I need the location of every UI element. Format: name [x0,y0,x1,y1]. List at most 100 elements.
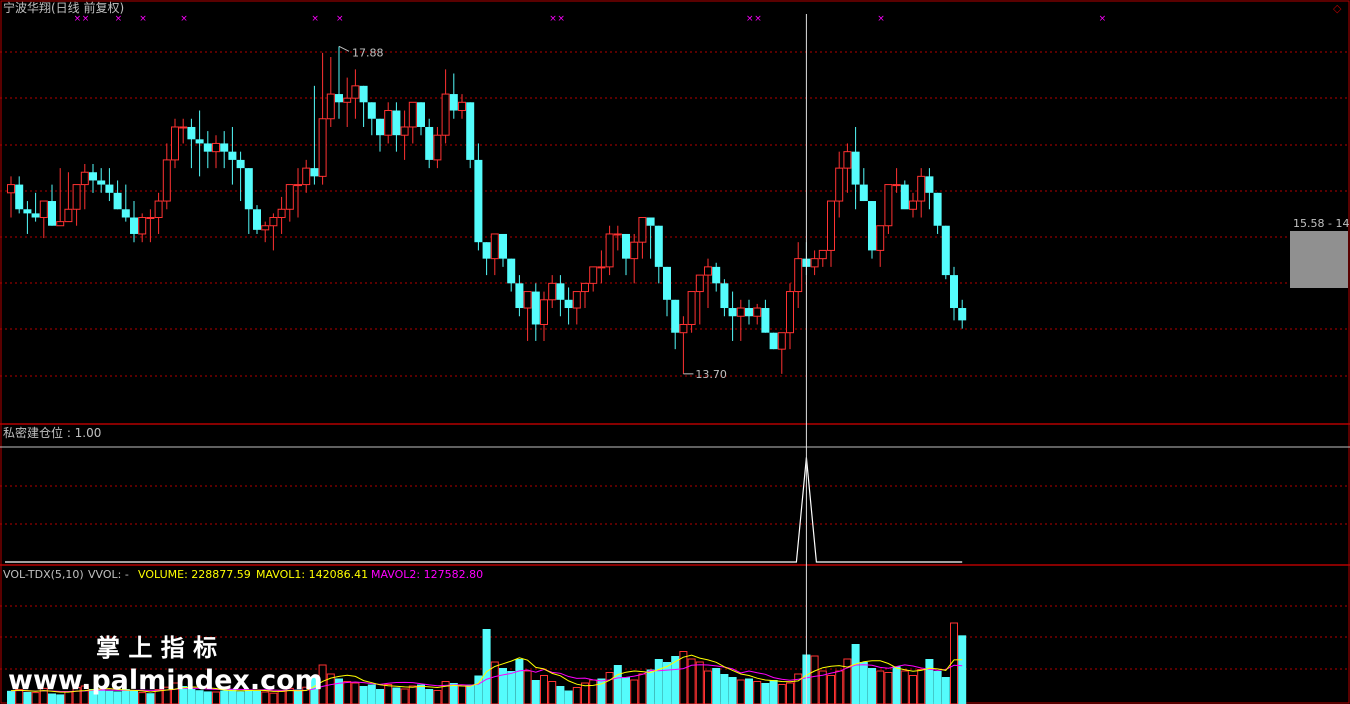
volume-bar-up [704,670,712,704]
low-label: 13.70 [695,368,727,381]
signal-markers: × × × × × × × × × × × × × [74,14,1107,24]
volume-bar-up [408,685,417,704]
candle-down [958,308,967,321]
volume-bar-down [515,659,524,704]
candle-down [376,118,384,136]
signal-panel-label: 私密建仓位 : 1.00 [3,425,101,440]
candle-down [253,209,261,230]
signal-marker: × [336,14,344,24]
candle-up [458,101,466,112]
signal-marker: × [1099,14,1107,24]
volume-bar-up [753,681,762,704]
candle-up [786,291,794,334]
candle-down [417,102,425,127]
volume-bar-down [868,668,876,704]
candle-down [474,159,483,243]
candle-down [925,176,934,193]
signal-marker: × [139,14,147,24]
candle-down [745,308,753,317]
candle-up [638,217,647,243]
candle-down [105,184,114,193]
volume-bar-up [909,675,917,704]
volume-bar-up [638,673,647,704]
candle-down [564,299,573,309]
settings-icon[interactable]: ◇ [1333,2,1342,15]
candle-down [769,332,778,350]
volume-bar-up [835,670,844,704]
candle-up [843,151,852,169]
volume-bar-down [425,689,434,704]
candle-up [605,233,614,268]
candle-up [146,217,155,219]
candle-up [884,184,893,227]
candle-up [261,225,270,231]
volume-bar-down [556,686,565,704]
volume-bar-up [900,670,909,704]
candle-up [892,184,901,187]
signal-marker: × [74,14,82,24]
candle-down [868,201,876,251]
volume-bar-down [941,677,950,704]
volume-bar-up [351,682,360,704]
candle-up [294,184,302,187]
volume-bar-down [507,671,516,704]
candle-up [679,323,688,334]
candle-up [171,126,179,161]
volume-bar-down [466,684,475,704]
candle-down [359,85,368,103]
volume-bar-down [564,690,573,704]
candle-up [326,93,335,120]
candle-down [187,126,196,140]
mavol1-value: MAVOL1: 142086.41 [256,568,368,581]
candle-down [89,172,97,181]
volume-bar-down [851,644,860,704]
candle-up [736,307,745,317]
volume-bar-down [654,659,663,704]
candle-up [523,291,532,309]
volume-bar-up [605,672,614,704]
volume-bar-up [884,672,893,704]
candle-down [712,266,721,284]
signal-marker: × [754,14,762,24]
candle-up [441,93,450,136]
candle-down [203,143,212,152]
candle-down [654,225,663,267]
price-range-box[interactable] [1290,231,1348,288]
candle-up [794,258,803,293]
signal-line [5,457,963,563]
mavol2-value: MAVOL2: 127582.80 [371,568,483,581]
stock-chart: 17.8813.70 × × × × × × × × × × × × × 宁波华翔(日线 前复权) ◇ … [0,0,1350,704]
candle-up [400,126,409,136]
candle-up [343,97,352,103]
volume-bar-up [384,684,393,704]
signal-marker: × [180,14,188,24]
volume-bar-down [613,665,622,704]
price-candles[interactable]: 17.88 13.70 [7,45,967,381]
candle-up [835,167,844,202]
candle-up [302,167,311,186]
candle-up [687,291,696,325]
candle-up [613,233,622,236]
candle-down [556,283,565,300]
candle-up [695,274,704,293]
candle-up [269,217,278,227]
candle-up [909,200,917,210]
candle-up [154,200,163,219]
volume-bar-down [499,668,507,704]
candle-down [466,102,475,160]
candle-down [31,213,40,218]
signal-marker: × [115,14,123,24]
high-label: 17.88 [352,46,384,59]
volume-bar-down [745,678,753,704]
candle-down [499,233,507,259]
candle-up [753,307,762,317]
volume-bar-down [859,662,868,704]
volume-vvol: VVOL: - [88,568,129,581]
volume-bar-down [482,629,491,704]
volume-bar-up [786,682,794,704]
candle-up [39,200,48,219]
volume-bar-up [679,651,688,704]
volume-bar-down [417,684,425,704]
candle-down [130,217,138,234]
volume-bar-up [810,655,819,704]
